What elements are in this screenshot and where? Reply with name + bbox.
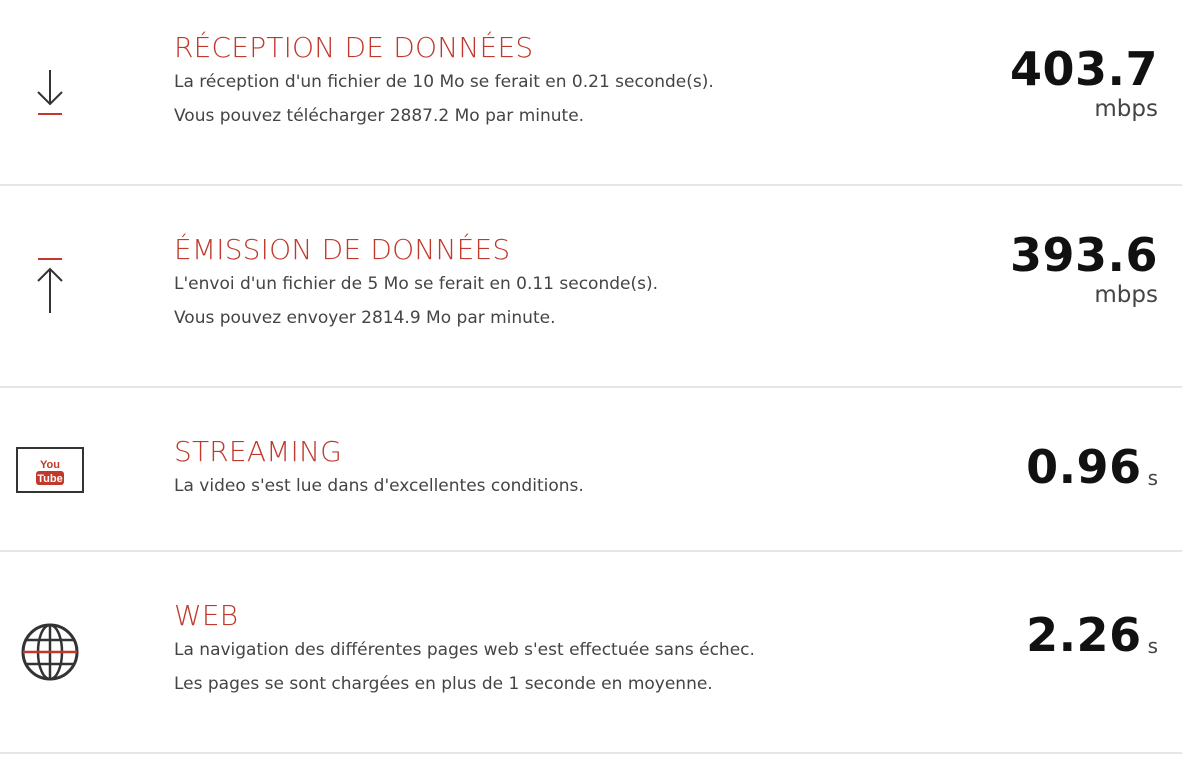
result-row-streaming: You Tube STREAMING La video s'est lue da… — [0, 388, 1182, 552]
result-description: La réception d'un fichier de 10 Mo se fe… — [174, 72, 714, 92]
result-unit: s — [1147, 634, 1158, 658]
result-description: Vous pouvez télécharger 2887.2 Mo par mi… — [174, 106, 585, 126]
result-description: La video s'est lue dans d'excellentes co… — [174, 476, 584, 496]
globe-icon — [0, 552, 100, 752]
result-text-web: WEB La navigation des différentes pages … — [174, 599, 934, 701]
result-description: Vous pouvez envoyer 2814.9 Mo par minute… — [174, 308, 556, 328]
result-metric: 393.6 mbps — [1010, 230, 1158, 310]
result-text-download: RÉCEPTION DE DONNÉES La réception d'un f… — [174, 31, 934, 133]
result-unit: mbps — [1094, 282, 1158, 308]
result-title: STREAMING — [174, 435, 343, 468]
result-row-upload: ÉMISSION DE DONNÉES L'envoi d'un fichier… — [0, 186, 1182, 388]
youtube-icon: You Tube — [0, 388, 100, 550]
upload-arrow-icon — [0, 186, 100, 386]
result-title: RÉCEPTION DE DONNÉES — [174, 31, 534, 64]
youtube-logo-text: You — [40, 459, 60, 471]
result-value: 2.26 — [1026, 608, 1142, 662]
result-description: La navigation des différentes pages web … — [174, 640, 755, 660]
result-value: 393.6 — [1009, 228, 1158, 282]
result-unit: s — [1147, 466, 1158, 490]
result-metric: 403.7 mbps — [1010, 44, 1158, 124]
result-unit: mbps — [1094, 96, 1158, 122]
speed-test-results: RÉCEPTION DE DONNÉES La réception d'un f… — [0, 0, 1200, 760]
result-description: L'envoi d'un fichier de 5 Mo se ferait e… — [174, 274, 659, 294]
result-row-download: RÉCEPTION DE DONNÉES La réception d'un f… — [0, 0, 1182, 186]
youtube-logo-text: Tube — [37, 473, 62, 485]
download-arrow-icon — [0, 0, 100, 184]
result-value: 403.7 — [1009, 42, 1158, 96]
result-text-streaming: STREAMING La video s'est lue dans d'exce… — [174, 435, 934, 503]
result-title: WEB — [174, 599, 239, 632]
result-value: 0.96 — [1026, 440, 1142, 494]
result-description: Les pages se sont chargées en plus de 1 … — [174, 674, 713, 694]
result-row-web: WEB La navigation des différentes pages … — [0, 552, 1182, 754]
result-title: ÉMISSION DE DONNÉES — [174, 233, 511, 266]
result-text-upload: ÉMISSION DE DONNÉES L'envoi d'un fichier… — [174, 233, 934, 335]
result-metric: 0.96 s — [1026, 442, 1158, 492]
result-metric: 2.26 s — [1026, 610, 1158, 660]
